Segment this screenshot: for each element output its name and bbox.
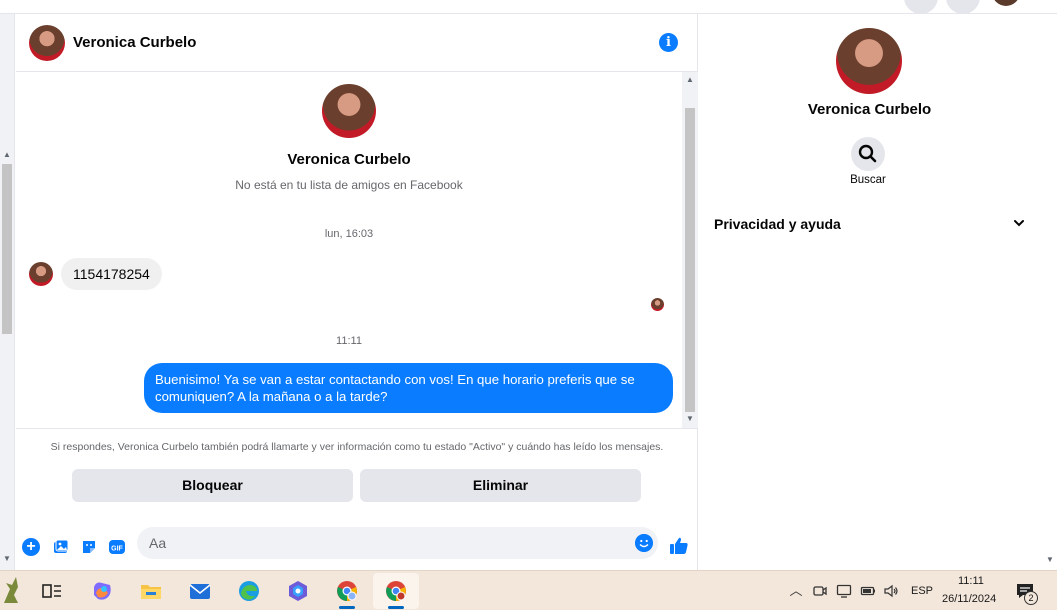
notifications-button[interactable] xyxy=(946,0,980,14)
account-avatar[interactable] xyxy=(992,0,1020,6)
profile-name: Veronica Curbelo xyxy=(287,151,411,168)
copilot-icon[interactable] xyxy=(90,579,114,603)
search-label: Buscar xyxy=(850,174,886,186)
meet-icon[interactable] xyxy=(812,583,828,599)
block-button[interactable]: Bloquear xyxy=(72,469,353,502)
scrollbar-thumb[interactable] xyxy=(685,108,695,412)
info-icon[interactable]: i xyxy=(659,33,678,52)
scroll-down-icon[interactable]: ▼ xyxy=(1046,555,1054,564)
chrome-profile-icon[interactable] xyxy=(335,579,359,603)
not-friends-text: No está en tu lista de amigos en Faceboo… xyxy=(235,178,463,192)
gif-icon[interactable]: GIF xyxy=(108,538,126,556)
page-scrollbar-right[interactable]: ▼ xyxy=(1042,14,1057,570)
search-button[interactable] xyxy=(851,137,885,171)
conversation-profile: Veronica Curbelo No está en tu lista de … xyxy=(16,84,682,192)
chat-header: Veronica Curbelo i xyxy=(16,14,698,72)
microsoft-365-icon[interactable] xyxy=(286,579,310,603)
desktop-plant-icon xyxy=(4,577,18,603)
active-app-indicator xyxy=(388,606,404,609)
message-request-area: Si respondes, Veronica Curbelo también p… xyxy=(16,428,698,524)
delete-button[interactable]: Eliminar xyxy=(360,469,641,502)
incoming-message: 1154178254 xyxy=(29,258,162,290)
photo-icon[interactable] xyxy=(52,538,70,556)
message-input-box[interactable] xyxy=(137,527,658,559)
emoji-icon[interactable] xyxy=(635,534,653,552)
notification-badge: 2 xyxy=(1024,591,1038,605)
chevron-down-icon[interactable] xyxy=(1012,216,1026,230)
language-indicator[interactable]: ESP xyxy=(911,585,933,597)
battery-icon[interactable] xyxy=(860,583,876,599)
privacy-help-section[interactable]: Privacidad y ayuda xyxy=(714,216,841,232)
scroll-down-icon[interactable]: ▼ xyxy=(686,414,694,423)
plus-icon[interactable]: + xyxy=(22,538,40,556)
details-avatar[interactable] xyxy=(836,28,902,94)
sender-avatar xyxy=(29,262,53,286)
top-strip xyxy=(0,0,1057,14)
sticker-icon[interactable] xyxy=(80,538,98,556)
gif-label: GIF xyxy=(111,546,123,553)
message-timestamp: 11:11 xyxy=(336,335,362,347)
search-icon xyxy=(858,144,877,163)
active-app-indicator xyxy=(339,606,355,609)
mail-icon[interactable] xyxy=(188,579,212,603)
outgoing-bubble[interactable]: Buenisimo! Ya se van a estar contactando… xyxy=(144,363,673,413)
task-view-icon[interactable] xyxy=(40,579,64,603)
seen-indicator-avatar xyxy=(651,298,664,311)
chat-panel: Veronica Curbelo i Veronica Curbelo No e… xyxy=(16,14,698,570)
chevron-up-icon[interactable]: ︿ xyxy=(788,583,804,599)
windows-taskbar: ︿ ESP 11:11 26/11/2024 2 xyxy=(0,570,1057,610)
display-icon[interactable] xyxy=(836,583,852,599)
chat-scrollbar[interactable]: ▲ ▼ xyxy=(682,72,698,428)
request-notice: Si respondes, Veronica Curbelo también p… xyxy=(50,441,664,453)
message-timestamp: lun, 16:03 xyxy=(324,228,374,240)
chrome-browser-icon[interactable] xyxy=(384,579,408,603)
composer: + GIF xyxy=(16,524,698,570)
volume-icon[interactable] xyxy=(883,583,899,599)
clock-date[interactable]: 26/11/2024 xyxy=(942,593,996,605)
edge-browser-icon[interactable] xyxy=(237,579,261,603)
thumbs-up-icon[interactable] xyxy=(669,536,689,556)
incoming-bubble[interactable]: 1154178254 xyxy=(61,258,162,290)
profile-avatar[interactable] xyxy=(322,84,376,138)
conversation-details-panel: Veronica Curbelo Buscar Privacidad y ayu… xyxy=(699,14,1042,570)
scrollbar-thumb[interactable] xyxy=(2,164,12,334)
contact-name[interactable]: Veronica Curbelo xyxy=(73,34,196,51)
scroll-up-icon[interactable]: ▲ xyxy=(686,75,694,84)
file-explorer-icon[interactable] xyxy=(139,579,163,603)
details-name: Veronica Curbelo xyxy=(807,101,932,118)
clock-time[interactable]: 11:11 xyxy=(958,575,984,587)
message-list: Veronica Curbelo No está en tu lista de … xyxy=(16,72,682,428)
scroll-up-icon[interactable]: ▲ xyxy=(3,150,11,159)
scroll-down-icon[interactable]: ▼ xyxy=(3,554,11,563)
menu-button[interactable] xyxy=(904,0,938,14)
message-input[interactable] xyxy=(137,527,617,559)
page-scrollbar-left[interactable]: ▲ ▼ xyxy=(0,14,15,570)
contact-avatar[interactable] xyxy=(29,24,65,61)
